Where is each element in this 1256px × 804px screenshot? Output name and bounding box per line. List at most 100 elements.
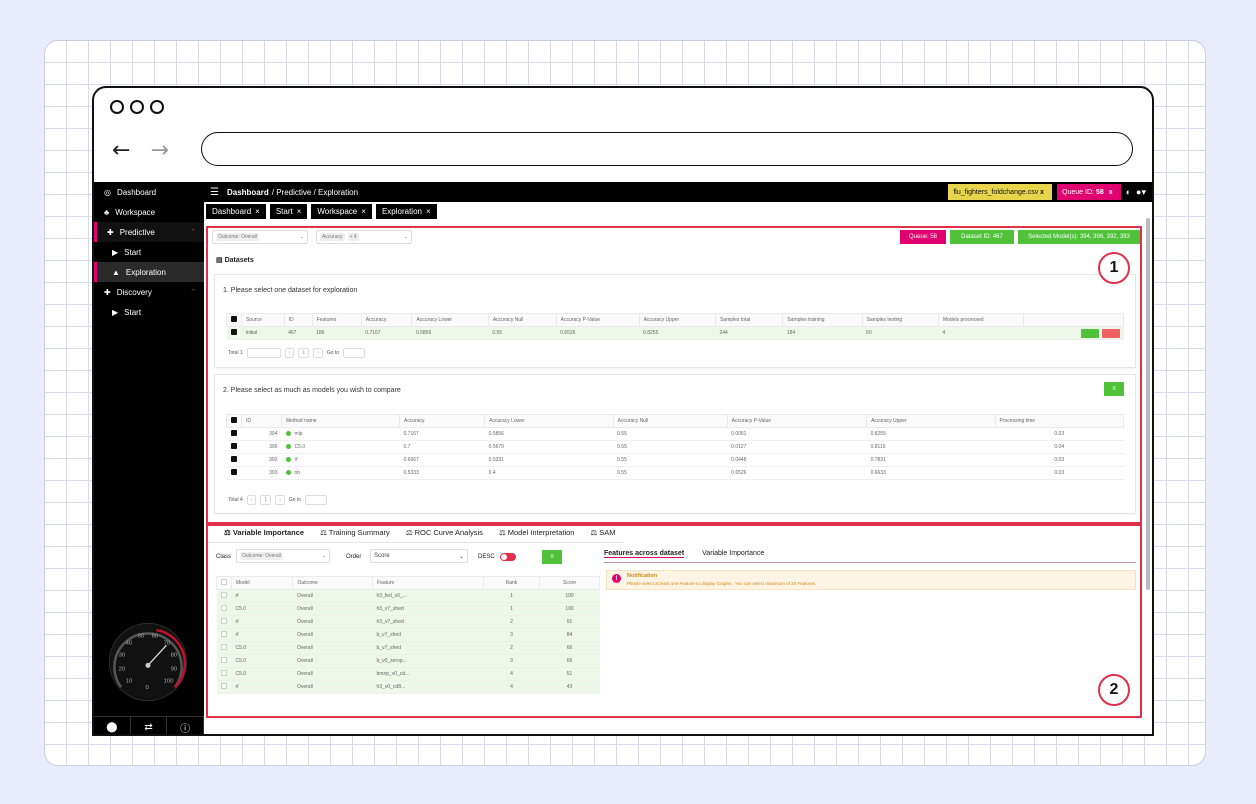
tab-model-interpretation[interactable]: ⚖ Model Interpretation [499,528,575,537]
tab-workspace[interactable]: Workspace × [311,204,372,219]
delete-button[interactable] [1101,328,1120,338]
close-icon[interactable]: × [255,207,260,216]
queue-button[interactable]: Queue: 58 [900,230,946,244]
table-row[interactable]: rf Overall h3_fed_v0_... 1 100 [216,589,600,603]
selected-models-button[interactable]: Selected Model(s): 394, 396, 392, 393 [1018,230,1140,244]
table-row[interactable]: 392 rf 0.6667 0.5331 0.55 0.0448 0.7831 0.03 [226,453,1124,467]
close-icon[interactable]: × [426,207,431,216]
address-bar[interactable] [201,132,1133,166]
column-header[interactable]: Accuracy Lower [411,313,489,327]
user-icon[interactable]: ●▾ [1136,187,1146,198]
column-header[interactable]: ID [241,414,282,428]
forward-arrow-icon[interactable]: → [150,138,168,163]
row-action-button[interactable] [1080,328,1099,338]
translate-icon[interactable]: ⇄ [131,717,168,734]
class-select[interactable]: Outcome: Overall ⌄ [236,549,330,563]
row-checkbox[interactable] [220,683,227,689]
column-header[interactable]: Samples testing [861,313,939,327]
select-all-checkbox[interactable] [216,576,232,590]
window-dot[interactable] [110,100,124,114]
row-checkbox[interactable] [226,326,242,340]
compare-models-button[interactable]: ≡ [1104,382,1124,396]
column-header[interactable]: Rank [482,576,541,590]
table-row[interactable]: Initial 467 186 0.7167 0.5856 0.55 0.652… [226,326,1124,340]
table-row[interactable]: 393 nb 0.5333 0.4 0.55 0.6526 0.6633 0.03 [226,466,1124,480]
row-checkbox[interactable] [220,631,227,637]
column-header[interactable]: Samples total [714,313,784,327]
table-row[interactable]: C5.0 Overall b_v0_serop... 3 66 [216,654,600,668]
table-row[interactable]: C5.0 Overall h3_v7_shed 1 100 [216,602,600,616]
column-header[interactable]: Score [539,576,600,590]
column-header[interactable]: Method name [281,414,400,428]
order-select[interactable]: Score ⌄ [370,549,468,563]
column-header[interactable]: Samples training [782,313,863,327]
sidebar-item-predictive[interactable]: ✚ Predictive ⌃ [94,222,204,242]
sidebar-item-discovery-start[interactable]: ▶ Start [94,302,204,322]
window-dot[interactable] [150,100,164,114]
sidebar-item-workspace[interactable]: ♣ Workspace [94,202,204,222]
accuracy-select[interactable]: Accuracy + 4 ⌄ [316,230,412,244]
close-icon[interactable]: x [1109,189,1113,196]
select-all-checkbox[interactable] [226,313,242,327]
tab-dashboard[interactable]: Dashboard × [206,204,266,219]
tab-variable-importance[interactable]: ⚖ Variable Importance [224,528,304,537]
goto-input[interactable] [305,495,328,505]
row-checkbox[interactable] [220,592,227,598]
scrollbar[interactable] [1146,218,1150,590]
row-checkbox[interactable] [230,456,237,462]
row-checkbox[interactable] [230,430,237,436]
tab-sam[interactable]: ⚖ SAM [590,528,615,537]
menu-icon[interactable]: ☰ [210,187,219,198]
column-header[interactable]: Accuracy [360,313,413,327]
row-checkbox[interactable] [220,605,227,611]
close-icon[interactable]: × [361,207,366,216]
row-checkbox[interactable] [220,644,227,650]
sidebar-item-dashboard[interactable]: ◎ Dashboard [94,182,204,202]
next-page-button[interactable]: › [313,348,323,358]
row-checkbox[interactable] [220,618,227,624]
row-checkbox[interactable] [220,670,227,676]
column-header[interactable]: Model [230,576,294,590]
next-page-button[interactable]: › [275,495,285,505]
table-row[interactable]: 394 mlp 0.7167 0.5856 0.55 0.0051 0.8255 0.03 [226,427,1124,441]
tab-variable-importance-graph[interactable]: Variable Importance [702,550,764,558]
table-row[interactable]: 396 C5.0 0.7 0.5679 0.55 0.0127 0.8115 0.04 [226,440,1124,454]
column-header[interactable]: Accuracy Null [612,414,728,428]
column-header[interactable]: Accuracy Upper [638,313,716,327]
tab-features-across-dataset[interactable]: Features across dataset [604,550,685,558]
tab-start[interactable]: Start × [269,204,308,219]
table-row[interactable]: C5.0 Overall bmnp_v0_cd... 4 51 [216,667,600,681]
prev-page-button[interactable]: ‹ [284,348,295,358]
close-icon[interactable]: × [297,207,302,216]
column-header[interactable]: Accuracy [398,414,486,428]
column-header[interactable]: Outcome [292,576,374,590]
column-header[interactable]: Accuracy Null [487,313,557,327]
github-icon[interactable]: ⬤ [94,717,131,734]
sidebar-item-exploration[interactable]: ▲ Exploration [94,262,204,282]
desc-toggle[interactable] [500,553,516,561]
page-number[interactable]: 1 [260,495,272,505]
info-icon[interactable]: ⓘ [167,717,205,734]
dataset-id-button[interactable]: Dataset ID: 467 [950,230,1014,244]
column-header[interactable]: ID [283,313,313,327]
page-size-select[interactable] [246,348,281,358]
back-arrow-icon[interactable]: ← [112,138,130,163]
sidebar-item-discovery[interactable]: ✚ Discovery ⌃ [94,282,204,302]
table-row[interactable]: rf Overall b_v7_shed 3 84 [216,628,600,642]
goto-input[interactable] [343,348,366,358]
page-number[interactable]: 1 [298,348,310,358]
column-header[interactable]: Feature [372,576,484,590]
column-header[interactable]: Accuracy Lower [484,414,614,428]
breadcrumb-root[interactable]: Dashboard [227,188,269,197]
window-dot[interactable] [130,100,144,114]
queue-chip[interactable]: Queue ID: 58 x [1057,184,1121,200]
column-header[interactable]: Models processed [937,313,1025,327]
column-header[interactable]: Source [241,313,285,327]
tab-training-summary[interactable]: ⚖ Training Summary [320,528,390,537]
table-row[interactable]: rf Overall h3_v7_shed 2 91 [216,615,600,629]
globe-icon[interactable]: ◐ [1126,187,1131,197]
close-icon[interactable]: x [1040,189,1044,196]
file-chip[interactable]: flu_fighters_foldchange.csv x [948,184,1053,200]
tab-roc-curve[interactable]: ⚖ ROC Curve Analysis [406,528,483,537]
outcome-select[interactable]: Outcome: Overall ⌄ [212,230,308,244]
